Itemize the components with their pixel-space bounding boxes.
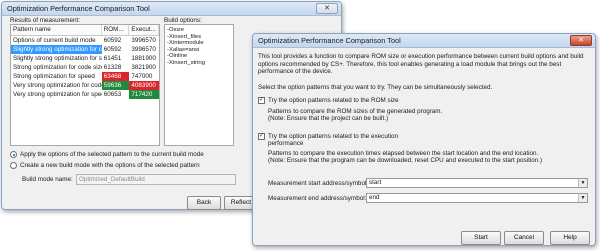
pattern-name-cell: Strong optimization for code size — [13, 64, 102, 71]
front-dialog-title: Optimization Performance Comparison Tool — [253, 34, 595, 48]
table-row[interactable]: Options of current build mode 60592 399657… — [11, 36, 159, 45]
start-address-combobox[interactable]: start ▼ — [366, 178, 588, 188]
execution-checkbox-label-line2: performance — [268, 140, 304, 147]
description-text: This tool provides a function to compare… — [258, 53, 584, 76]
end-address-label: Measurement end address/symbol: — [268, 195, 367, 202]
rom-note-line2: (Note: Ensure that the project can be bu… — [268, 115, 389, 122]
execution-checkbox-label-line1: Try the option patterns related to the e… — [268, 133, 398, 140]
build-option-item: -Xinsert_files — [167, 33, 202, 40]
build-mode-name-label: Build mode name: — [22, 176, 73, 183]
execution-time-cell: 747000 — [131, 73, 153, 80]
table-row[interactable]: Very strong optimization for speed 60653 7… — [11, 90, 159, 99]
select-prompt-text: Select the option patterns that you want… — [258, 84, 493, 91]
execution-time-cell: 3996570 — [131, 46, 156, 53]
pattern-name-cell: Slightly strong optimization for sp... — [13, 55, 102, 62]
end-address-value: end — [369, 194, 380, 201]
create-build-mode-label: Create a new build mode with the options… — [20, 162, 200, 169]
results-table[interactable]: Pattern name ROM... Execut... Options of… — [10, 24, 160, 146]
rom-size-cell: 59636 — [101, 81, 130, 90]
column-header-execution[interactable]: Execut... — [129, 25, 159, 35]
rom-size-cell: 63468 — [101, 72, 130, 81]
build-option-item: -Oinline — [167, 53, 188, 60]
pattern-name-cell: Strong optimization for speed — [13, 73, 95, 80]
table-row[interactable]: Strong optimization for speed 63468 747000 — [11, 72, 159, 81]
table-row[interactable]: Slightly strong optimization for sp... 61… — [11, 54, 159, 63]
chevron-down-icon[interactable]: ▼ — [578, 179, 587, 187]
start-button[interactable]: Start — [461, 231, 501, 245]
front-dialog-window: Optimization Performance Comparison Tool… — [252, 33, 596, 246]
build-options-list: -Osize -Xinsert_files -Xintermodule -Xalias… — [164, 24, 234, 146]
rom-size-cell: 61328 — [103, 64, 122, 71]
start-address-label: Measurement start address/symbol: — [268, 180, 369, 187]
start-address-value: start — [369, 179, 382, 186]
execution-note-line2: (Note: Ensure that the program can be do… — [268, 157, 543, 164]
create-build-mode-radio[interactable] — [10, 162, 17, 169]
apply-options-radio[interactable] — [10, 151, 17, 158]
rom-size-cell: 61451 — [103, 55, 122, 62]
execution-time-cell: 4083900 — [129, 81, 159, 90]
column-header-pattern-name[interactable]: Pattern name — [11, 25, 102, 35]
back-button[interactable]: Back — [187, 196, 221, 210]
pattern-name-cell: Very strong optimization for speed — [13, 91, 102, 98]
apply-options-label: Apply the options of the selected patter… — [20, 151, 204, 158]
rom-size-cell: 60653 — [103, 91, 122, 98]
pattern-name-cell: Very strong optimization for code ... — [13, 82, 102, 89]
execution-time-cell: 3996570 — [131, 37, 156, 44]
front-close-icon[interactable]: ✕ — [570, 35, 592, 46]
pattern-name-cell: Slightly strong optimization for co... — [11, 45, 102, 54]
rom-size-checkbox[interactable]: ✓ — [258, 97, 265, 104]
rom-size-cell: 60592 — [103, 46, 122, 53]
build-options-label: Build options: — [164, 17, 202, 24]
end-address-combobox[interactable]: end ▼ — [366, 193, 588, 203]
execution-note-line1: Patterns to compare the execution times … — [268, 150, 539, 157]
table-row[interactable]: Strong optimization for code size 61328 38… — [11, 63, 159, 72]
execution-time-cell: 3821900 — [131, 64, 156, 71]
cancel-button[interactable]: Cancel — [504, 231, 544, 245]
table-row[interactable]: Slightly strong optimization for co... 60… — [11, 45, 159, 54]
build-option-item: -Osize — [167, 27, 185, 33]
build-option-item: -Xintermodule — [167, 40, 204, 47]
help-button[interactable]: Help — [550, 231, 590, 245]
rom-size-cell: 60592 — [103, 37, 122, 44]
rom-size-checkbox-label: Try the option patterns related to the R… — [268, 97, 399, 104]
results-table-header: Pattern name ROM... Execut... — [11, 25, 159, 36]
build-mode-name-input[interactable]: Optimized_DefaultBuild — [76, 174, 236, 185]
execution-checkbox[interactable]: ✓ — [258, 133, 265, 140]
pattern-name-cell: Options of current build mode — [13, 37, 96, 44]
rom-note-line1: Patterns to compare the ROM sizes of the… — [268, 108, 443, 115]
column-header-rom[interactable]: ROM... — [102, 25, 130, 35]
build-option-item: -Xinsert_string — [167, 59, 205, 66]
back-dialog-title: Optimization Performance Comparison Tool — [2, 2, 341, 16]
execution-time-cell: 717420 — [129, 90, 159, 99]
execution-time-cell: 1881900 — [131, 55, 156, 62]
results-label: Results of measurement: — [10, 17, 80, 24]
build-option-item: -Xalias=ansi — [167, 46, 200, 53]
results-table-body: Options of current build mode 60592 399657… — [11, 36, 159, 99]
chevron-down-icon[interactable]: ▼ — [578, 194, 587, 202]
back-close-icon[interactable]: ✕ — [316, 3, 338, 14]
table-row[interactable]: Very strong optimization for code ...596… — [11, 81, 159, 90]
